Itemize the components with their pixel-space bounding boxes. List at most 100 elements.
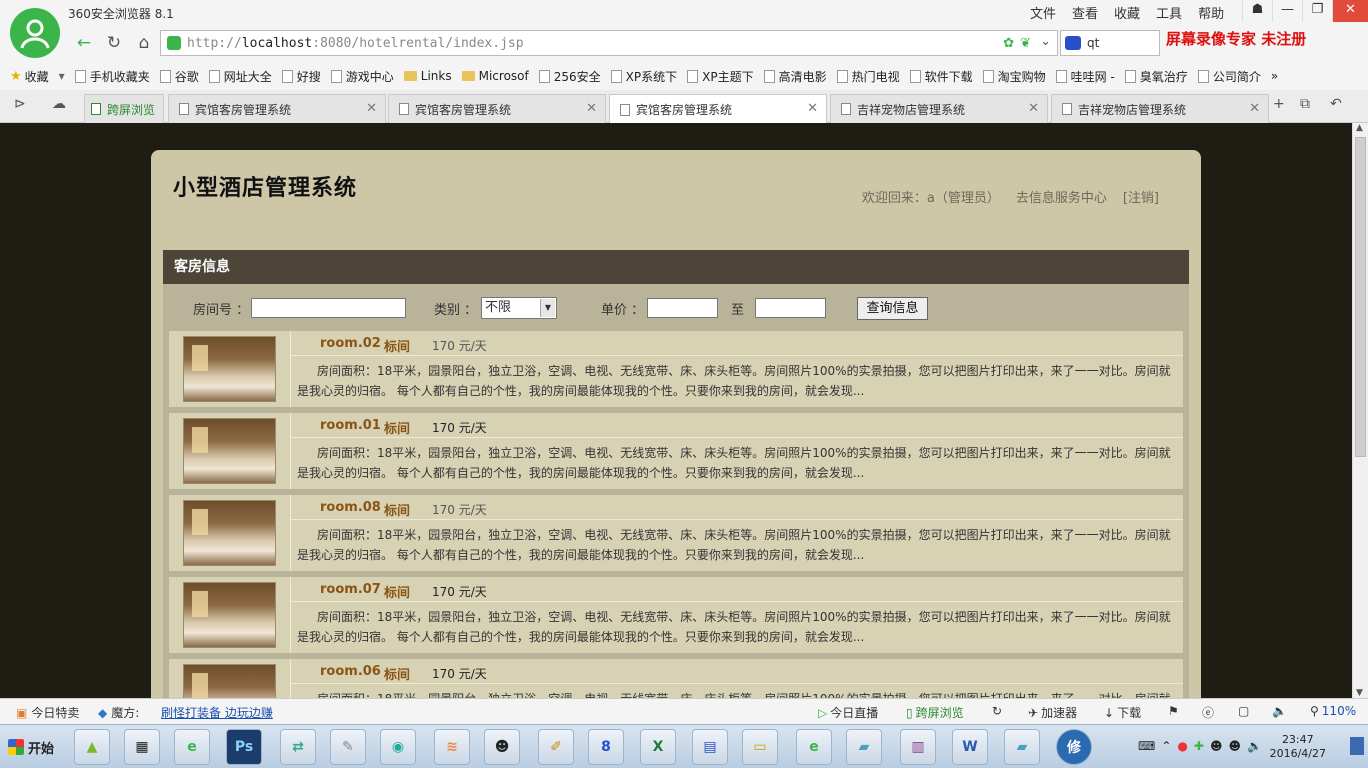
mofang-link[interactable]: 刷怪打装备 边玩边赚: [161, 704, 273, 721]
browser-active-icon[interactable]: e: [796, 729, 832, 765]
bookmark-favorites[interactable]: ★ 收藏 ▾: [10, 68, 65, 85]
paint-icon[interactable]: ✐: [538, 729, 574, 765]
url-dropdown-icon[interactable]: ⌄: [1040, 34, 1051, 49]
new-tab-icon[interactable]: +: [1273, 96, 1285, 112]
menu-view[interactable]: 查看: [1064, 3, 1106, 22]
scroll-thumb[interactable]: [1355, 137, 1366, 457]
tab-close-icon[interactable]: ✕: [1028, 101, 1039, 116]
tab-pet-2[interactable]: 吉祥宠物店管理系统 ✕: [1051, 94, 1269, 123]
browser-e-icon[interactable]: e: [174, 729, 210, 765]
room-photo[interactable]: [183, 336, 276, 402]
back-icon[interactable]: ←: [72, 31, 96, 55]
zoom-control[interactable]: ⚲ 110%: [1310, 704, 1356, 718]
android-icon[interactable]: ▲: [74, 729, 110, 765]
price-max-input[interactable]: [755, 298, 826, 318]
keyboard-icon[interactable]: ⌨: [1138, 739, 1155, 753]
room-photo[interactable]: [183, 500, 276, 566]
accelerator-button[interactable]: ✈ 加速器: [1028, 704, 1077, 721]
note-icon[interactable]: ▰: [846, 729, 882, 765]
search-button[interactable]: 查询信息: [857, 297, 928, 320]
sidebar-toggle-icon[interactable]: ⊳: [14, 96, 26, 112]
tab-close-icon[interactable]: ✕: [586, 101, 597, 116]
photoshop-icon[interactable]: Ps: [226, 729, 262, 765]
bookmark-item[interactable]: XP系统下: [610, 68, 677, 85]
bookmark-item[interactable]: 淘宝购物: [982, 68, 1046, 85]
folder-icon[interactable]: ▭: [742, 729, 778, 765]
speed-mode-icon[interactable]: ❦: [1020, 36, 1031, 51]
bookmark-folder[interactable]: Microsof: [461, 69, 529, 83]
room-photo[interactable]: [183, 664, 276, 698]
tools-icon[interactable]: ✎: [330, 729, 366, 765]
compat-mode-icon[interactable]: ✿: [1003, 36, 1014, 51]
tab-close-icon[interactable]: ✕: [1249, 101, 1260, 116]
bookmark-item[interactable]: 公司简介: [1197, 68, 1261, 85]
tab-kuaping[interactable]: 跨屏浏览: [84, 94, 164, 123]
bookmark-item[interactable]: 手机收藏夹: [74, 68, 150, 85]
menu-tools[interactable]: 工具: [1148, 3, 1190, 22]
repair-icon[interactable]: 修: [1056, 729, 1092, 765]
winrar-icon[interactable]: ▥: [900, 729, 936, 765]
shield-tray-icon[interactable]: ✚: [1194, 739, 1204, 753]
room-number-link[interactable]: room.07: [320, 582, 381, 597]
address-bar[interactable]: http://localhost:8080/hotelrental/index.…: [160, 30, 1058, 56]
kuaping-button[interactable]: ▯ 跨屏浏览: [906, 704, 964, 721]
refresh-icon[interactable]: ↻: [102, 31, 126, 55]
tab-pet-1[interactable]: 吉祥宠物店管理系统 ✕: [830, 94, 1048, 123]
excel-icon[interactable]: X: [640, 729, 676, 765]
skin-icon[interactable]: ☗: [1242, 0, 1272, 22]
bookmark-item[interactable]: 游戏中心: [330, 68, 394, 85]
maximize-button[interactable]: ❐: [1302, 0, 1332, 22]
logout-link[interactable]: [注销]: [1123, 187, 1159, 206]
bookmark-item[interactable]: 好搜: [281, 68, 321, 85]
bookmark-item[interactable]: 256安全: [538, 68, 601, 85]
room-photo[interactable]: [183, 582, 276, 648]
volume-icon[interactable]: 🔈: [1247, 739, 1262, 753]
baidu-paw-icon[interactable]: [1065, 36, 1081, 50]
qq-tray-icon-2[interactable]: ☻: [1228, 739, 1241, 753]
bookmark-item[interactable]: 臭氧治疗: [1124, 68, 1188, 85]
tab-close-icon[interactable]: ✕: [807, 101, 818, 116]
refresh-status-icon[interactable]: ↻: [992, 704, 1002, 718]
globe-icon[interactable]: ◉: [380, 729, 416, 765]
start-button[interactable]: 开始: [2, 731, 60, 763]
tab-list-icon[interactable]: ⧉: [1300, 96, 1310, 112]
select-arrow-icon[interactable]: ▼: [540, 299, 555, 317]
notepad-icon[interactable]: ▰: [1004, 729, 1040, 765]
tab-hotel-2[interactable]: 宾馆客房管理系统 ✕: [388, 94, 606, 123]
network-icon[interactable]: ●: [1177, 739, 1187, 753]
clock[interactable]: 23:47 2016/4/27: [1270, 733, 1326, 761]
sound-icon[interactable]: 🔈: [1272, 704, 1287, 718]
tab-hotel-1[interactable]: 宾馆客房管理系统 ✕: [168, 94, 386, 123]
bookmark-folder[interactable]: Links: [403, 69, 452, 83]
transfer-icon[interactable]: ⇄: [280, 729, 316, 765]
ie-icon[interactable]: ⓔ: [1202, 704, 1214, 721]
qq-icon[interactable]: ☻: [484, 729, 520, 765]
cloud-icon[interactable]: ☁: [52, 96, 66, 112]
bookmark-item[interactable]: 网址大全: [208, 68, 272, 85]
window-icon[interactable]: ▢: [1238, 704, 1249, 718]
bookmark-item[interactable]: 谷歌: [159, 68, 199, 85]
tab-hotel-3-active[interactable]: 宾馆客房管理系统 ✕: [609, 94, 827, 124]
minimize-button[interactable]: —: [1272, 0, 1302, 22]
bookmark-item[interactable]: 高清电影: [763, 68, 827, 85]
bookmark-item[interactable]: 软件下载: [909, 68, 973, 85]
vertical-scrollbar[interactable]: ▲ ▼: [1352, 123, 1368, 698]
service-center-link[interactable]: 去信息服务中心: [1016, 187, 1107, 206]
flag-icon[interactable]: ⚑: [1168, 704, 1179, 718]
room-photo[interactable]: [183, 418, 276, 484]
search-input[interactable]: qt: [1087, 36, 1099, 50]
menu-help[interactable]: 帮助: [1190, 3, 1232, 22]
arrow-up-icon[interactable]: ⌃: [1161, 739, 1171, 753]
computer-icon[interactable]: ▤: [692, 729, 728, 765]
room-number-link[interactable]: room.02: [320, 336, 381, 351]
word-icon[interactable]: W: [952, 729, 988, 765]
tab-close-icon[interactable]: ✕: [366, 101, 377, 116]
scroll-up-icon[interactable]: ▲: [1356, 123, 1363, 133]
menu-file[interactable]: 文件: [1022, 3, 1064, 22]
stack-icon[interactable]: ≋: [434, 729, 470, 765]
scroll-down-icon[interactable]: ▼: [1356, 688, 1363, 698]
url-text[interactable]: http://localhost:8080/hotelrental/index.…: [187, 36, 524, 51]
type-select[interactable]: 不限 ▼: [481, 297, 557, 319]
bookmark-item[interactable]: XP主题下: [687, 68, 754, 85]
room-number-link[interactable]: room.01: [320, 418, 381, 433]
